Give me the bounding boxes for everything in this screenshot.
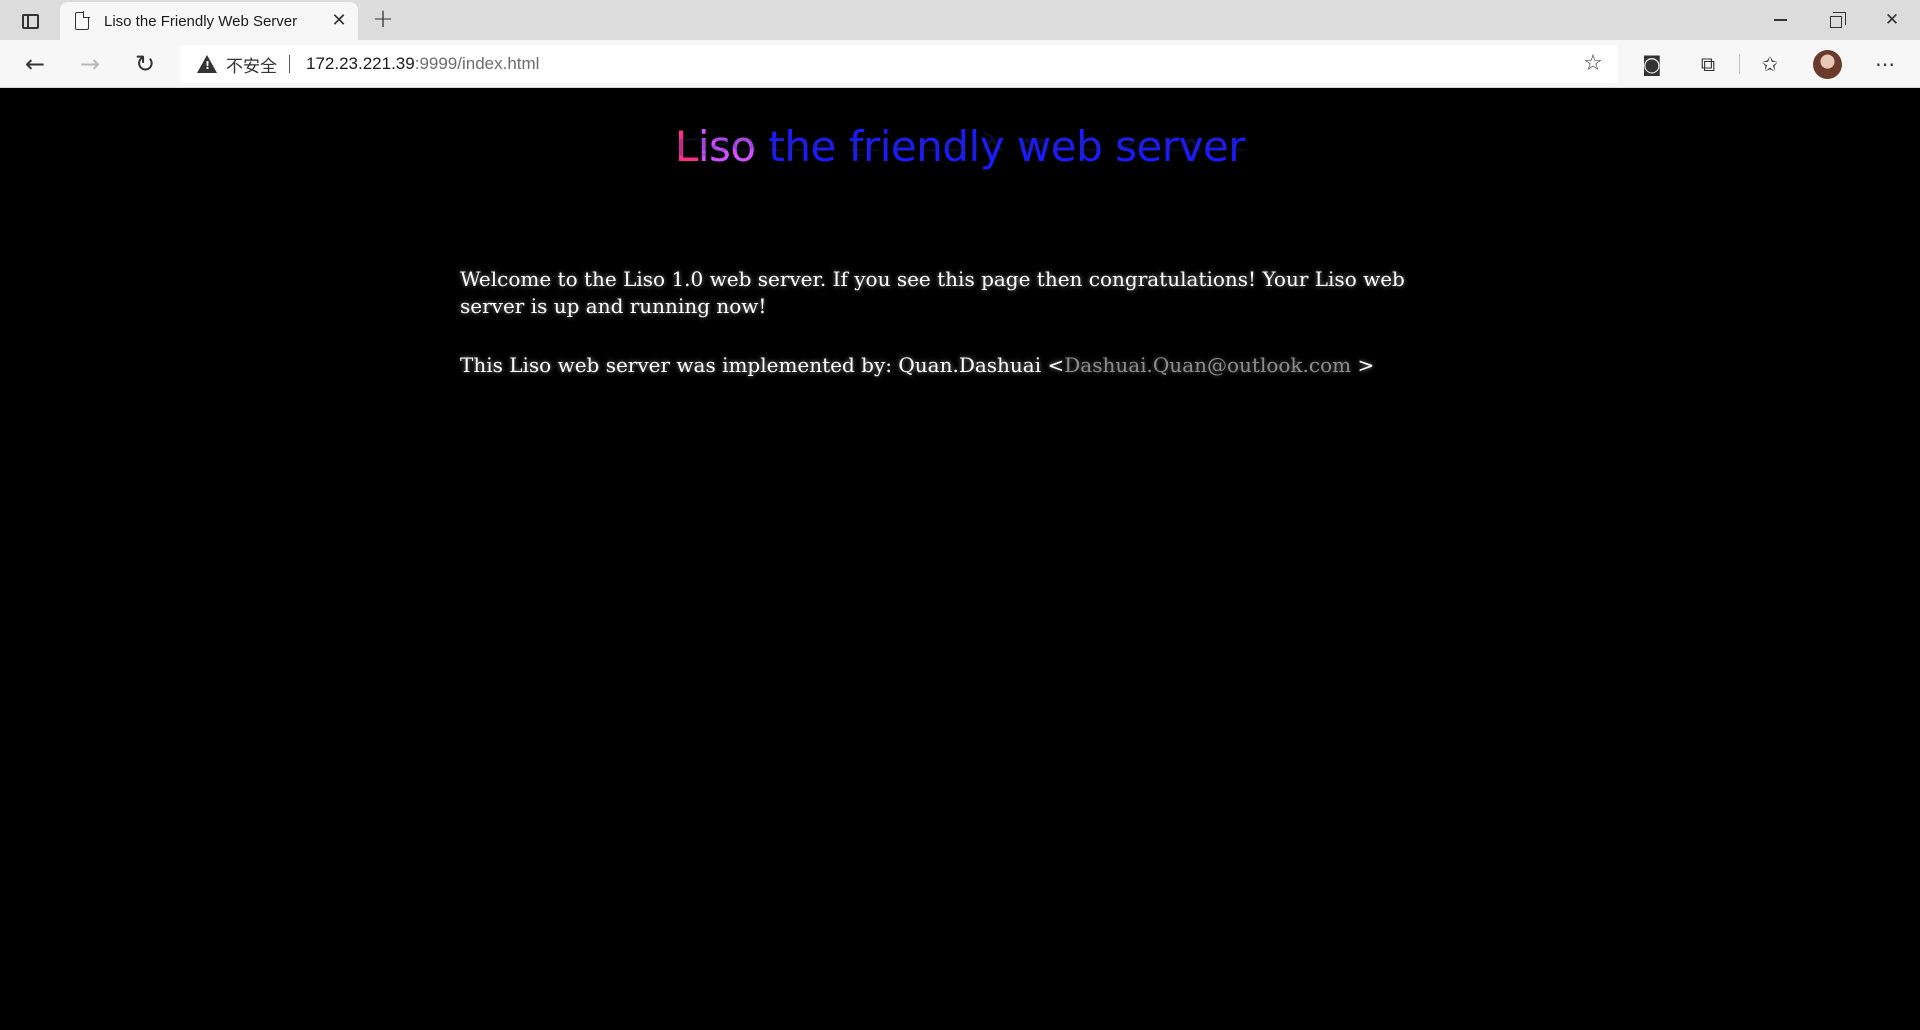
restore-icon xyxy=(1830,11,1846,28)
favorites-button[interactable]: ✩ xyxy=(1752,47,1788,81)
restore-button[interactable] xyxy=(1808,0,1864,40)
favorites-icon: ✩ xyxy=(1761,52,1779,76)
close-window-icon: ✕ xyxy=(1884,10,1900,30)
minimize-button[interactable] xyxy=(1752,0,1808,40)
close-icon[interactable]: ✕ xyxy=(328,10,350,32)
url-text[interactable]: 172.23.221.39:9999/index.html xyxy=(306,54,539,74)
tab-actions-button[interactable] xyxy=(11,6,49,36)
page-content: Liso the friendly web server Liso the fr… xyxy=(0,88,1920,1030)
forward-arrow-icon: → xyxy=(79,50,101,78)
collections-button[interactable]: ◙ xyxy=(1634,47,1670,81)
implemented-by-prefix: This Liso web server was implemented by:… xyxy=(460,353,1065,377)
implemented-by-suffix: > xyxy=(1351,353,1375,377)
back-arrow-icon: ← xyxy=(24,50,46,78)
welcome-text: Welcome to the Liso 1.0 web server. If y… xyxy=(460,267,1405,318)
puzzle-icon: ⧉ xyxy=(1700,52,1716,76)
collections-icon: ◙ xyxy=(1642,52,1662,76)
star-add-icon[interactable]: ☆ xyxy=(1580,52,1606,78)
url-host: 172.23.221.39 xyxy=(306,54,415,73)
back-button[interactable]: ← xyxy=(17,47,53,81)
toolbar-divider xyxy=(1739,54,1740,74)
welcome-section: Welcome to the Liso 1.0 web server. If y… xyxy=(460,266,1470,411)
tab-strip: Liso the Friendly Web Server ✕ + ✕ xyxy=(0,0,1920,40)
logo-reflection: Liso the friendly web server xyxy=(674,133,1246,160)
email-link[interactable]: Dashuai.Quan@outlook.com xyxy=(1064,353,1351,377)
warning-icon[interactable] xyxy=(197,55,217,73)
close-window-button[interactable]: ✕ xyxy=(1864,0,1920,40)
refresh-icon: ↻ xyxy=(134,50,156,78)
address-bar[interactable]: 不安全 172.23.221.39:9999/index.html ☆ xyxy=(180,45,1618,83)
more-button[interactable]: ⋯ xyxy=(1867,47,1903,81)
tab-title: Liso the Friendly Web Server xyxy=(104,12,298,30)
extensions-button[interactable]: ⧉ xyxy=(1690,47,1726,81)
address-separator xyxy=(289,55,290,73)
more-icon: ⋯ xyxy=(1875,52,1895,76)
forward-button[interactable]: → xyxy=(72,47,108,81)
plus-icon: + xyxy=(372,4,394,34)
minimize-icon xyxy=(1773,19,1787,21)
new-tab-button[interactable]: + xyxy=(368,5,398,35)
window-controls: ✕ xyxy=(1752,0,1920,40)
refresh-button[interactable]: ↻ xyxy=(127,47,163,81)
browser-toolbar: ← → ↻ 不安全 172.23.221.39:9999/index.html … xyxy=(0,40,1920,88)
security-label[interactable]: 不安全 xyxy=(226,52,277,77)
avatar[interactable] xyxy=(1813,50,1842,79)
implemented-by-text: This Liso web server was implemented by:… xyxy=(460,352,1470,379)
url-path: :9999/index.html xyxy=(414,54,540,73)
tab-actions-icon xyxy=(21,13,39,29)
page-icon xyxy=(75,11,90,30)
tab-liso[interactable]: Liso the Friendly Web Server ✕ xyxy=(60,2,358,40)
